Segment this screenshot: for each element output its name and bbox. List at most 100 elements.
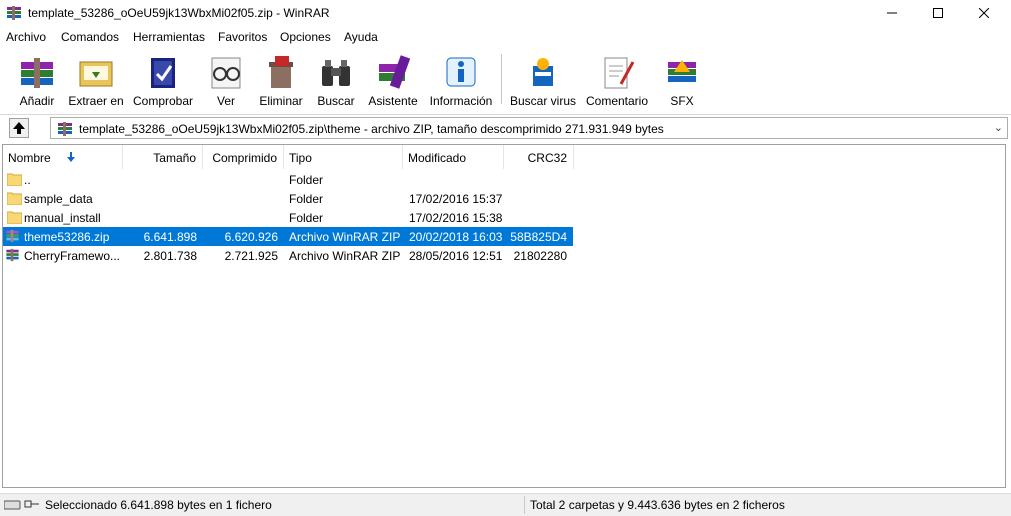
menu-opciones[interactable]: Opciones [280,30,331,44]
sfx-icon [668,60,696,82]
list-item[interactable]: manual_install Folder 17/02/2016 15:38 [3,208,573,227]
column-size-label: Tamaño [153,151,196,165]
column-name-label: Nombre [8,151,51,165]
file-modified: 28/05/2016 12:51 [409,249,503,263]
address-bar[interactable]: template_53286_oOeU59jk13WbxMi02f05.zip\… [50,117,1008,139]
comment-button[interactable]: Comentario [584,50,650,110]
minimize-icon [887,12,897,14]
file-type: Folder [289,211,324,225]
drive-key-icon [4,500,39,510]
column-crc-label: CRC32 [527,151,567,165]
address-path: template_53286_oOeU59jk13WbxMi02f05.zip\… [79,122,664,136]
status-bar: Seleccionado 6.641.898 bytes en 1 ficher… [0,493,1011,516]
menu-herramientas[interactable]: Herramientas [133,30,205,44]
list-item[interactable]: CherryFramewo... 2.801.738 2.721.925 Arc… [3,246,573,265]
zip-archive-icon [6,229,19,243]
folder-icon [7,211,22,224]
menu-favoritos[interactable]: Favoritos [218,30,267,44]
file-name: theme53286.zip [24,230,110,244]
test-archive-icon [151,58,175,88]
status-total: Total 2 carpetas y 9.443.636 bytes en 2 … [530,498,785,512]
column-type-label: Tipo [289,151,312,165]
archive-icon [58,122,72,136]
column-header-name[interactable]: Nombre [3,145,123,169]
file-name: manual_install [24,211,101,225]
file-size: 2.801.738 [143,249,197,263]
add-button[interactable]: Añadir [12,50,62,110]
info-label: Información [429,94,493,108]
sfx-button[interactable]: SFX [660,50,704,110]
file-modified: 20/02/2018 16:03 [409,230,503,244]
info-button[interactable]: Información [428,50,494,110]
menu-bar: Archivo Comandos Herramientas Favoritos … [0,28,1011,47]
folder-icon [7,173,22,186]
file-type: Folder [289,173,324,187]
file-name: sample_data [24,192,93,206]
binoculars-icon [322,60,350,86]
list-item-selected[interactable]: theme53286.zip 6.641.898 6.620.926 Archi… [3,227,573,246]
sort-arrow-down-icon [67,152,75,162]
extract-folder-icon [79,61,113,87]
column-header-packed[interactable]: Comprimido [203,145,284,169]
file-list[interactable]: Nombre Tamaño Comprimido Tipo Modificado… [2,144,1006,488]
file-packed: 6.620.926 [224,230,278,244]
file-packed: 2.721.925 [224,249,278,263]
menu-comandos[interactable]: Comandos [61,30,119,44]
zip-archive-icon [6,248,19,262]
add-label: Añadir [19,94,55,108]
view-button[interactable]: Ver [204,50,248,110]
test-label: Comprobar [132,94,194,108]
close-icon [979,8,989,18]
winrar-app-icon[interactable] [6,5,22,21]
comment-label: Comentario [585,94,649,108]
list-item[interactable]: .. Folder [3,170,573,189]
file-type: Archivo WinRAR ZIP [289,249,401,263]
find-label: Buscar [317,94,355,108]
extract-button[interactable]: Extraer en [68,50,124,110]
status-selection: Seleccionado 6.641.898 bytes en 1 ficher… [45,498,272,512]
status-divider [524,496,525,514]
maximize-button[interactable] [915,0,961,26]
file-name: CherryFramewo... [24,249,121,263]
menu-ayuda[interactable]: Ayuda [344,30,378,44]
file-modified: 17/02/2016 15:38 [409,211,503,225]
column-header-crc[interactable]: CRC32 [504,145,574,169]
up-arrow-icon [13,122,25,134]
books-add-icon [21,58,53,88]
wizard-label: Asistente [368,94,418,108]
test-button[interactable]: Comprobar [130,50,196,110]
file-crc: 58B825D4 [510,230,567,244]
column-header-size[interactable]: Tamaño [123,145,203,169]
file-type: Archivo WinRAR ZIP [289,230,401,244]
column-header-modified[interactable]: Modificado [403,145,504,169]
delete-button[interactable]: Eliminar [256,50,306,110]
file-name: .. [24,173,31,187]
minimize-button[interactable] [869,0,915,26]
column-modified-label: Modificado [408,151,467,165]
glasses-view-icon [211,57,241,89]
folder-icon [7,192,22,205]
address-row: template_53286_oOeU59jk13WbxMi02f05.zip\… [0,116,1011,140]
close-button[interactable] [961,0,1007,26]
title-bar: template_53286_oOeU59jk13WbxMi02f05.zip … [0,0,1011,26]
virus-scan-button[interactable]: Buscar virus [510,50,576,110]
chevron-down-icon[interactable]: ⌄ [994,121,1003,134]
delete-label: Eliminar [259,94,303,108]
extract-label: Extraer en [68,94,124,108]
up-folder-button[interactable] [9,118,29,138]
column-packed-label: Comprimido [212,151,277,165]
wizard-icon [379,55,411,89]
file-modified: 17/02/2016 15:37 [409,192,503,206]
toolbar: Añadir Extraer en Comprobar Ver Eliminar [0,48,1011,115]
window-title: template_53286_oOeU59jk13WbxMi02f05.zip … [28,6,330,20]
maximize-icon [933,8,943,18]
virus-scan-label: Buscar virus [509,94,577,108]
find-button[interactable]: Buscar [314,50,358,110]
column-header-type[interactable]: Tipo [284,145,403,169]
list-item[interactable]: sample_data Folder 17/02/2016 15:37 [3,189,573,208]
comment-icon [604,57,635,89]
wizard-button[interactable]: Asistente [366,50,420,110]
toolbar-separator [501,54,502,104]
menu-archivo[interactable]: Archivo [6,30,46,44]
info-icon [446,57,476,87]
